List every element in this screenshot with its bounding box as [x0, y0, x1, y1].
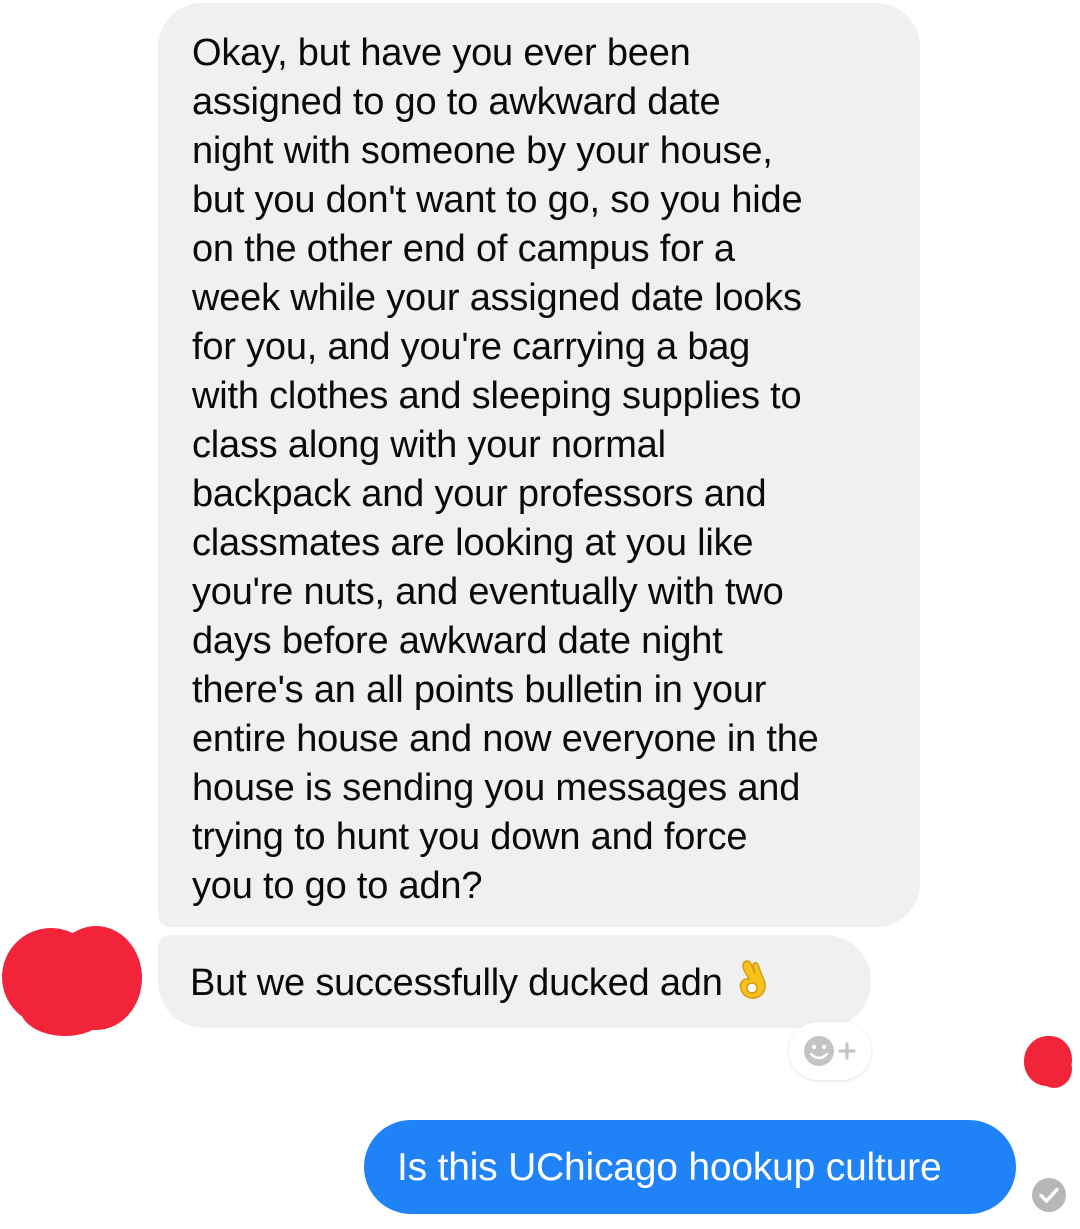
redacted-seen-avatar-part	[1036, 1050, 1072, 1088]
message-text: But we successfully ducked adn	[190, 962, 723, 1004]
incoming-message-bubble[interactable]: But we successfully ducked adn	[158, 935, 871, 1028]
add-reaction-button[interactable]	[789, 1022, 871, 1080]
ok-hand-icon	[733, 957, 773, 1001]
sent-check-icon	[1031, 1177, 1067, 1213]
incoming-message-bubble[interactable]: Okay, but have you ever been assigned to…	[158, 3, 920, 927]
outgoing-message-bubble[interactable]: Is this UChicago hookup culture	[364, 1120, 1016, 1214]
redacted-avatar-part	[20, 980, 110, 1036]
add-reaction-icon	[804, 1036, 856, 1066]
